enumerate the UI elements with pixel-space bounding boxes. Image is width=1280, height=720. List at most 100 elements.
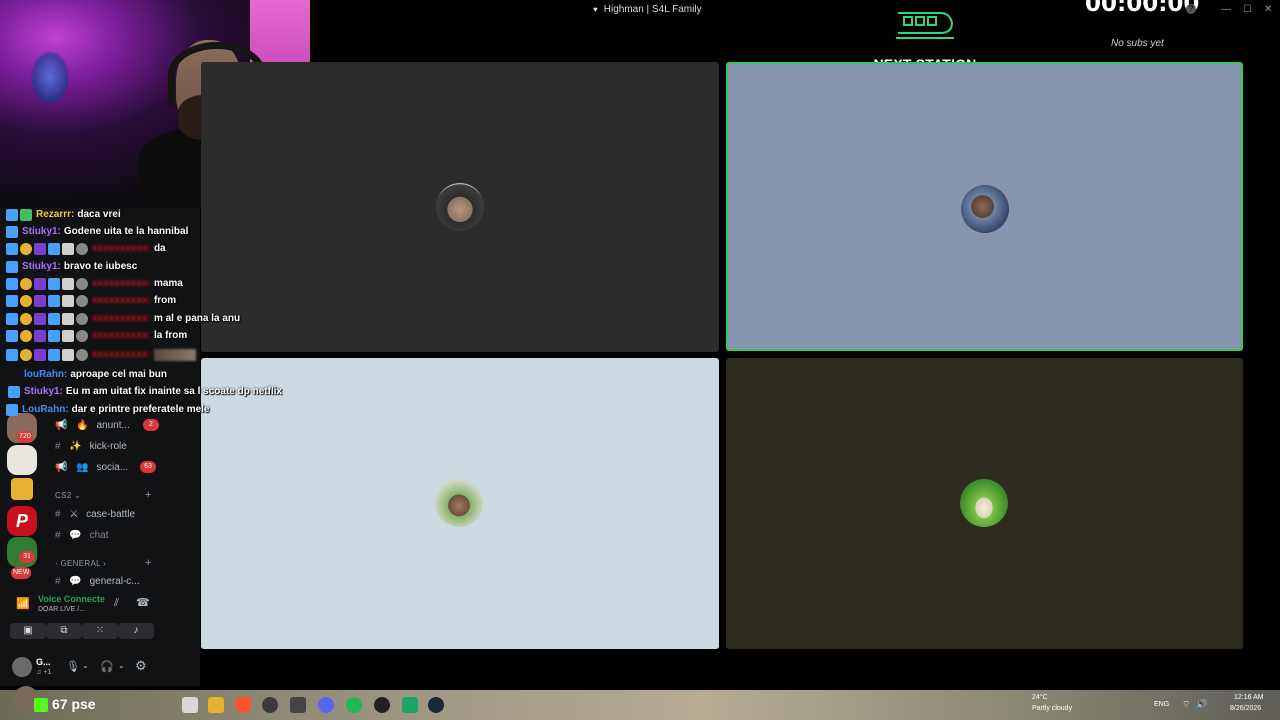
badge-icon bbox=[34, 329, 46, 342]
activities-button[interactable]: ⁙ bbox=[82, 623, 118, 639]
server-badge: 31 bbox=[19, 551, 35, 563]
badge-icon bbox=[20, 312, 32, 325]
wifi-icon[interactable]: ⌔ bbox=[1182, 699, 1190, 710]
avatar[interactable] bbox=[12, 657, 32, 677]
badge-icon bbox=[48, 329, 60, 342]
channel-emoji: 👥 bbox=[76, 462, 89, 473]
spotify-icon[interactable] bbox=[346, 697, 362, 713]
chat-username-redacted: xxxxxxxxxx: bbox=[92, 278, 151, 289]
maximize-button[interactable]: ☐ bbox=[1243, 4, 1252, 15]
channel-chat[interactable]: # 💬 chat bbox=[55, 530, 108, 541]
chat-message: Stiuky1: Eu m am uitat fix inainte sa l … bbox=[8, 384, 282, 399]
sub-badge-icon bbox=[8, 385, 20, 398]
task-view-icon[interactable] bbox=[182, 697, 198, 713]
channel-emoji: 💬 bbox=[69, 530, 82, 541]
badge-icon bbox=[34, 348, 46, 361]
sub-badge-icon bbox=[6, 208, 18, 221]
server-icon-p[interactable]: P bbox=[7, 506, 37, 536]
category-label: CS2 bbox=[55, 491, 72, 500]
chat-username-redacted: xxxxxxxxxx: bbox=[92, 295, 151, 306]
chevron-down-icon[interactable]: ⌄ bbox=[82, 661, 89, 670]
user-name[interactable]: G... bbox=[36, 657, 51, 667]
badge-icon bbox=[20, 294, 32, 307]
chat-text: aproape cel mai bun bbox=[70, 369, 168, 380]
brave-browser-icon[interactable] bbox=[235, 697, 251, 713]
badge-icon bbox=[62, 294, 74, 307]
chevron-right-icon: › bbox=[103, 559, 107, 568]
chat-username: LouRahn: bbox=[22, 404, 69, 415]
channel-label: socia... bbox=[96, 462, 129, 473]
chevron-down-icon[interactable]: ⌄ bbox=[118, 661, 125, 670]
clock-time[interactable]: 12:16 AM bbox=[1234, 694, 1264, 701]
weather-desc[interactable]: Partly cloudy bbox=[1032, 705, 1072, 712]
badge-icon bbox=[62, 277, 74, 290]
sub-badge-icon bbox=[6, 225, 18, 238]
soundboard-button[interactable]: ♪ bbox=[118, 623, 154, 639]
participant-tile-speaking[interactable] bbox=[726, 62, 1243, 351]
chat-message: Stiuky1: bravo te iubesc bbox=[6, 259, 137, 274]
close-button[interactable]: ✕ bbox=[1264, 4, 1272, 15]
badge-icon bbox=[20, 208, 32, 221]
badge-icon bbox=[20, 277, 32, 290]
sub-badge-icon bbox=[6, 348, 18, 361]
channel-kick-role[interactable]: # ✨ kick-role bbox=[55, 441, 127, 452]
participant-tile[interactable] bbox=[201, 62, 719, 352]
app-icon[interactable] bbox=[290, 697, 306, 713]
channel-case-battle[interactable]: # ⚔ case-battle bbox=[55, 509, 135, 520]
clock-date[interactable]: 8/26/2026 bbox=[1230, 705, 1261, 712]
chat-text: Godene uita te la hannibal bbox=[63, 226, 189, 237]
gear-icon[interactable]: ⚙ bbox=[135, 658, 147, 674]
category-cs2[interactable]: CS2 ⌄ bbox=[55, 491, 81, 500]
folder-icon[interactable] bbox=[11, 478, 33, 500]
app-icon[interactable] bbox=[374, 697, 390, 713]
badge-icon bbox=[34, 312, 46, 325]
steam-icon[interactable] bbox=[428, 697, 444, 713]
disconnect-icon[interactable]: ☎ bbox=[136, 596, 150, 609]
participant-tile[interactable] bbox=[201, 358, 719, 649]
discord-icon[interactable] bbox=[318, 697, 334, 713]
screen-share-button[interactable]: ⧉ bbox=[46, 623, 82, 639]
chat-message: xxxxxxxxxx: m al e pana la anu bbox=[6, 311, 240, 326]
badge-icon bbox=[62, 348, 74, 361]
announce-icon: 📢 bbox=[55, 420, 68, 431]
chat-message: louRahn: aproape cel mai bun bbox=[22, 367, 167, 382]
window-title: Highman | S4L Family bbox=[593, 4, 702, 15]
kick-viewer-count: 67 pse bbox=[34, 696, 96, 713]
sub-badge-icon bbox=[6, 312, 18, 325]
channel-badge: 63 bbox=[140, 461, 156, 473]
channel-label: anunt... bbox=[96, 420, 130, 431]
chat-message: xxxxxxxxxx: la from bbox=[6, 328, 187, 343]
server-icon[interactable] bbox=[7, 445, 37, 475]
channel-announcements[interactable]: 📢 🔥 anunt... bbox=[55, 420, 130, 431]
minimize-button[interactable]: — bbox=[1221, 4, 1231, 15]
add-channel-icon[interactable]: + bbox=[145, 557, 151, 569]
obs-icon[interactable] bbox=[262, 697, 278, 713]
headphones-icon[interactable]: 🎧 bbox=[100, 660, 114, 673]
chat-text: bravo te iubesc bbox=[63, 261, 138, 272]
category-general[interactable]: · GENERAL › bbox=[55, 559, 106, 568]
participant-tile[interactable] bbox=[726, 358, 1243, 649]
channel-general-chat[interactable]: # 💬 general-c... bbox=[55, 576, 140, 587]
sub-badge-icon bbox=[6, 329, 18, 342]
announce-icon: 📢 bbox=[55, 462, 68, 473]
language-indicator[interactable]: ENG bbox=[1154, 701, 1169, 708]
channel-social[interactable]: 📢 👥 socia... bbox=[55, 462, 128, 473]
mic-icon[interactable]: 🎙 bbox=[66, 660, 80, 673]
channel-badge: 2 bbox=[143, 419, 159, 431]
badge-icon bbox=[62, 329, 74, 342]
signal-icon[interactable]: 📶 bbox=[16, 597, 30, 610]
noise-suppression-icon[interactable]: ⫽ bbox=[114, 597, 119, 610]
windows-taskbar: 24°C Partly cloudy ENG ⌔ 🔊 12:16 AM 8/26… bbox=[0, 690, 1280, 720]
chat-message: LouRahn: dar e printre preferatele mele bbox=[6, 402, 210, 417]
badge-icon bbox=[48, 242, 60, 255]
add-channel-icon[interactable]: + bbox=[145, 489, 151, 501]
voice-channel[interactable]: DOAR LIVE /... bbox=[38, 606, 85, 613]
voice-status[interactable]: Voice Connecte bbox=[38, 594, 105, 604]
camera-off-button[interactable]: ▣ bbox=[10, 623, 46, 639]
file-explorer-icon[interactable] bbox=[208, 697, 224, 713]
volume-icon[interactable]: 🔊 bbox=[1196, 699, 1207, 710]
help-icon[interactable]: ? bbox=[1186, 4, 1196, 14]
excel-icon[interactable] bbox=[402, 697, 418, 713]
chat-username: Rezarrr: bbox=[36, 209, 75, 220]
weather-temp[interactable]: 24°C bbox=[1032, 694, 1048, 701]
